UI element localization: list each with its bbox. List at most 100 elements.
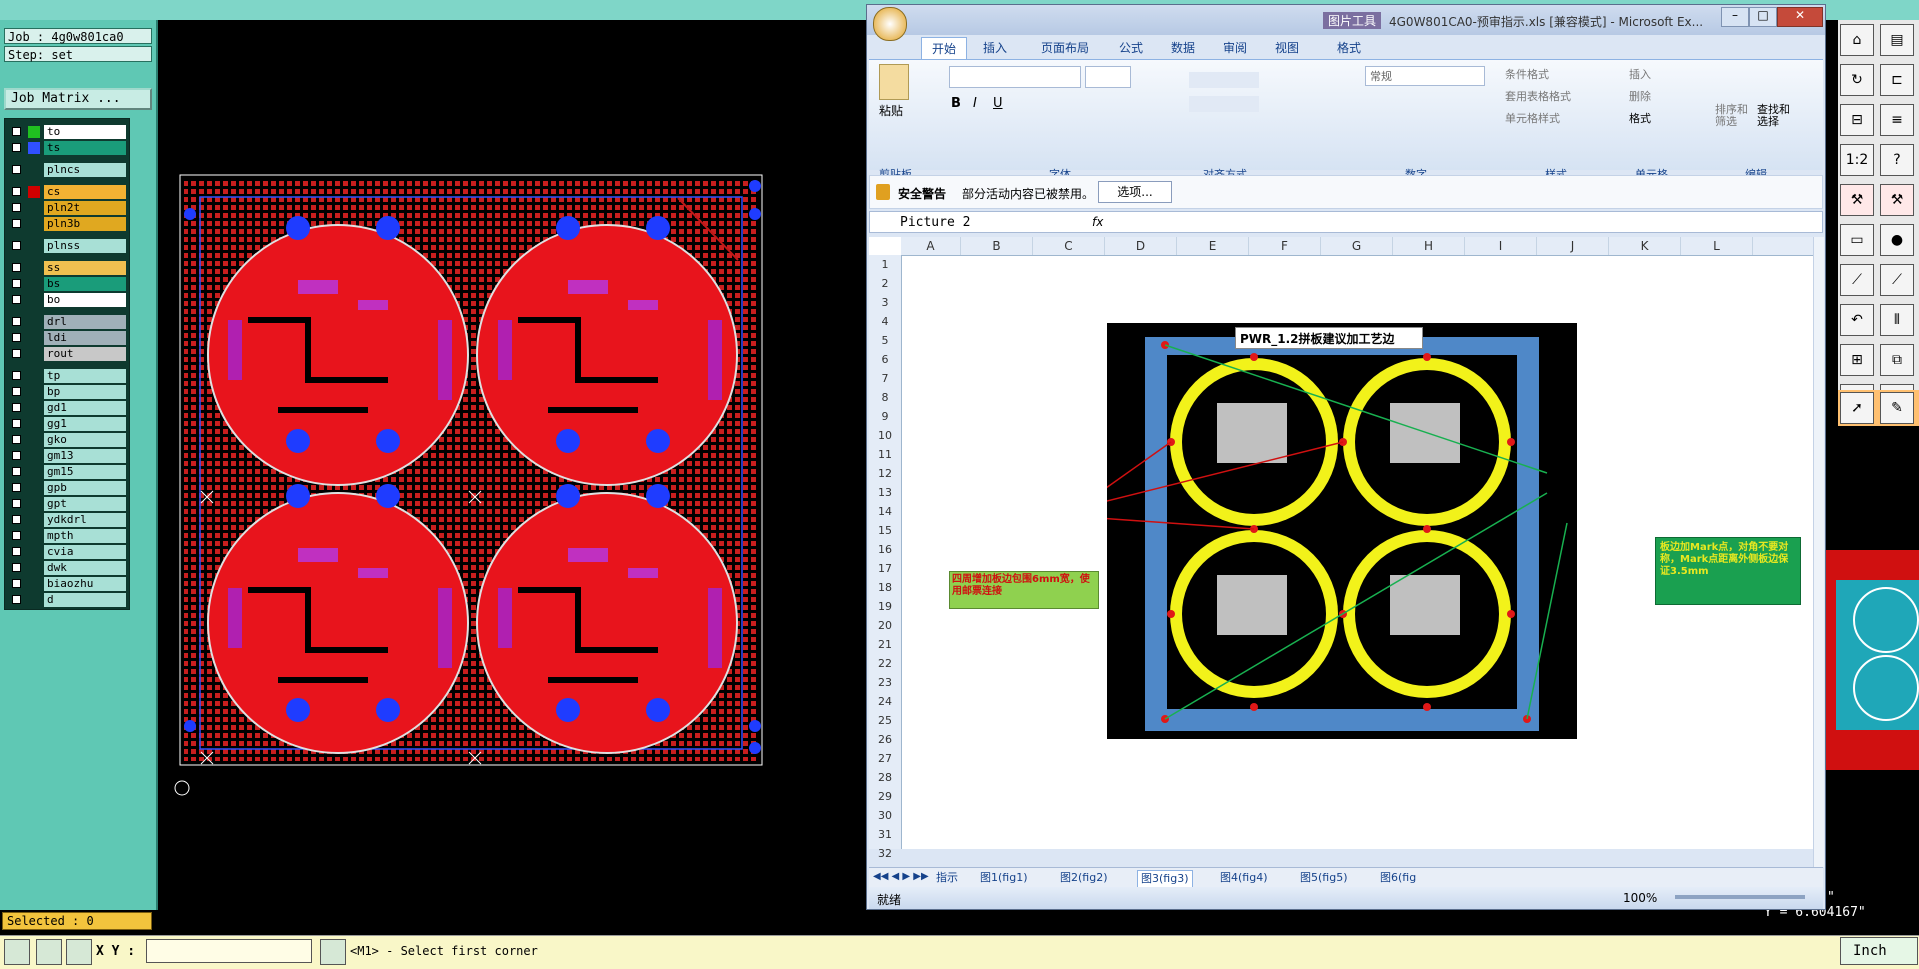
name-box[interactable]: Picture 2 [900, 215, 1020, 230]
embedded-picture[interactable] [1107, 323, 1577, 739]
ruler-icon[interactable]: ▭ [1840, 224, 1874, 256]
layer-row-tp[interactable]: tp [8, 369, 126, 383]
row-header[interactable]: 32 [869, 844, 901, 863]
row-header[interactable]: 19 [869, 597, 901, 616]
row-header[interactable]: 12 [869, 464, 901, 483]
column-header[interactable]: C [1033, 237, 1105, 255]
layer-checkbox[interactable] [12, 419, 21, 428]
zoom-slider[interactable] [1675, 895, 1805, 899]
row-header[interactable]: 8 [869, 388, 901, 407]
layer-checkbox[interactable] [12, 219, 21, 228]
step-tool-icon[interactable]: ≡ [1880, 104, 1914, 136]
sheet-tab[interactable]: 图6(fig [1377, 870, 1419, 886]
layer-checkbox[interactable] [12, 165, 21, 174]
layer-row-gg1[interactable]: gg1 [8, 417, 126, 431]
zoom-ratio-icon[interactable]: 1:2 [1840, 144, 1874, 176]
row-header[interactable]: 23 [869, 673, 901, 692]
close-icon[interactable]: ✕ [1777, 7, 1823, 27]
drill-tool-icon[interactable]: ⚒ [1840, 184, 1874, 216]
row-header[interactable]: 29 [869, 787, 901, 806]
sheet-tab[interactable]: 图5(fig5) [1297, 870, 1351, 886]
row-header[interactable]: 21 [869, 635, 901, 654]
insert-cells-button[interactable]: 插入 [1629, 66, 1651, 82]
worksheet[interactable]: ABCDEFGHIJKL 1 2 3 4 5 6 7 8 9 10 11 12 13 14 15 16 17 18… [869, 237, 1813, 860]
connect-tool-icon[interactable]: ⟋ [1880, 264, 1914, 296]
align-icons[interactable] [1189, 96, 1259, 112]
net-tool-icon[interactable]: ⟋ [1840, 264, 1874, 296]
split-tool-icon[interactable]: ⫴ [1880, 304, 1914, 336]
row-header[interactable]: 13 [869, 483, 901, 502]
layer-row-bo[interactable]: bo [8, 293, 126, 307]
column-header[interactable]: G [1321, 237, 1393, 255]
delete-cells-button[interactable]: 删除 [1629, 88, 1651, 104]
row-header[interactable]: 25 [869, 711, 901, 730]
row-header[interactable]: 26 [869, 730, 901, 749]
row-header[interactable]: 24 [869, 692, 901, 711]
layer-row-plncs[interactable]: plncs [8, 163, 126, 177]
edit-tool-icon[interactable]: ✎ [1880, 392, 1914, 424]
layer-checkbox[interactable] [12, 483, 21, 492]
layer-checkbox[interactable] [12, 547, 21, 556]
layer-row-drl[interactable]: drl [8, 315, 126, 329]
layer-row-gpt[interactable]: gpt [8, 497, 126, 511]
layer-row-d[interactable]: d [8, 593, 126, 607]
table-format-button[interactable]: 套用表格格式 [1505, 88, 1571, 104]
row-header[interactable]: 14 [869, 502, 901, 521]
layer-checkbox[interactable] [12, 435, 21, 444]
layer-checkbox[interactable] [12, 187, 21, 196]
layer-checkbox[interactable] [12, 387, 21, 396]
row-header[interactable]: 9 [869, 407, 901, 426]
layer-checkbox[interactable] [12, 279, 21, 288]
layer-row-plnss[interactable]: plnss [8, 239, 126, 253]
row-header[interactable]: 20 [869, 616, 901, 635]
layer-checkbox[interactable] [12, 349, 21, 358]
find-select-button[interactable]: 查找和 选择 [1757, 104, 1790, 128]
row-header[interactable]: 1 [869, 255, 901, 274]
tab-view[interactable]: 视图 [1265, 37, 1309, 59]
box-tool-icon[interactable]: ⊞ [1840, 344, 1874, 376]
layer-row-ydkdrl[interactable]: ydkdrl [8, 513, 126, 527]
layer-checkbox[interactable] [12, 595, 21, 604]
xy-input[interactable] [146, 939, 312, 963]
column-header[interactable]: F [1249, 237, 1321, 255]
job-matrix-button[interactable]: Job Matrix ... [4, 88, 152, 110]
tab-insert[interactable]: 插入 [973, 37, 1017, 59]
layer-checkbox[interactable] [12, 317, 21, 326]
layer-row-ts[interactable]: ts [8, 141, 126, 155]
row-header[interactable]: 3 [869, 293, 901, 312]
vertical-scrollbar[interactable] [1813, 237, 1824, 867]
layer-checkbox[interactable] [12, 515, 21, 524]
sheet-tab[interactable]: 图2(fig2) [1057, 870, 1111, 886]
layer-checkbox[interactable] [12, 499, 21, 508]
row-header[interactable]: 16 [869, 540, 901, 559]
layers-tool-icon[interactable]: ▤ [1880, 24, 1914, 56]
row-header[interactable]: 17 [869, 559, 901, 578]
row-header[interactable]: 7 [869, 369, 901, 388]
layer-row-bp[interactable]: bp [8, 385, 126, 399]
layer-row-biaozhu[interactable]: biaozhu [8, 577, 126, 591]
layer-checkbox[interactable] [12, 403, 21, 412]
layer-checkbox[interactable] [12, 579, 21, 588]
measure-tool-icon[interactable]: ⊏ [1880, 64, 1914, 96]
maximize-icon[interactable]: □ [1749, 7, 1777, 27]
column-header[interactable]: B [961, 237, 1033, 255]
unit-toggle[interactable]: Inch [1840, 937, 1918, 965]
tab-data[interactable]: 数据 [1161, 37, 1205, 59]
pcb-canvas[interactable] [158, 20, 864, 934]
route-tool-icon[interactable]: ↻ [1840, 64, 1874, 96]
measure-corner-icon[interactable] [36, 939, 62, 965]
layer-checkbox[interactable] [12, 333, 21, 342]
row-header[interactable]: 6 [869, 350, 901, 369]
row-header[interactable]: 15 [869, 521, 901, 540]
row-header[interactable]: 18 [869, 578, 901, 597]
conditional-format-button[interactable]: 条件格式 [1505, 66, 1549, 82]
layer-row-bs[interactable]: bs [8, 277, 126, 291]
layer-row-gpb[interactable]: gpb [8, 481, 126, 495]
select-tool-icon[interactable] [4, 939, 30, 965]
layer-checkbox[interactable] [12, 563, 21, 572]
row-header[interactable]: 5 [869, 331, 901, 350]
snap-tool-icon[interactable]: ⊟ [1840, 104, 1874, 136]
tab-home[interactable]: 开始 [921, 37, 968, 60]
column-header[interactable]: J [1537, 237, 1609, 255]
layer-row-to[interactable]: to [8, 125, 126, 139]
